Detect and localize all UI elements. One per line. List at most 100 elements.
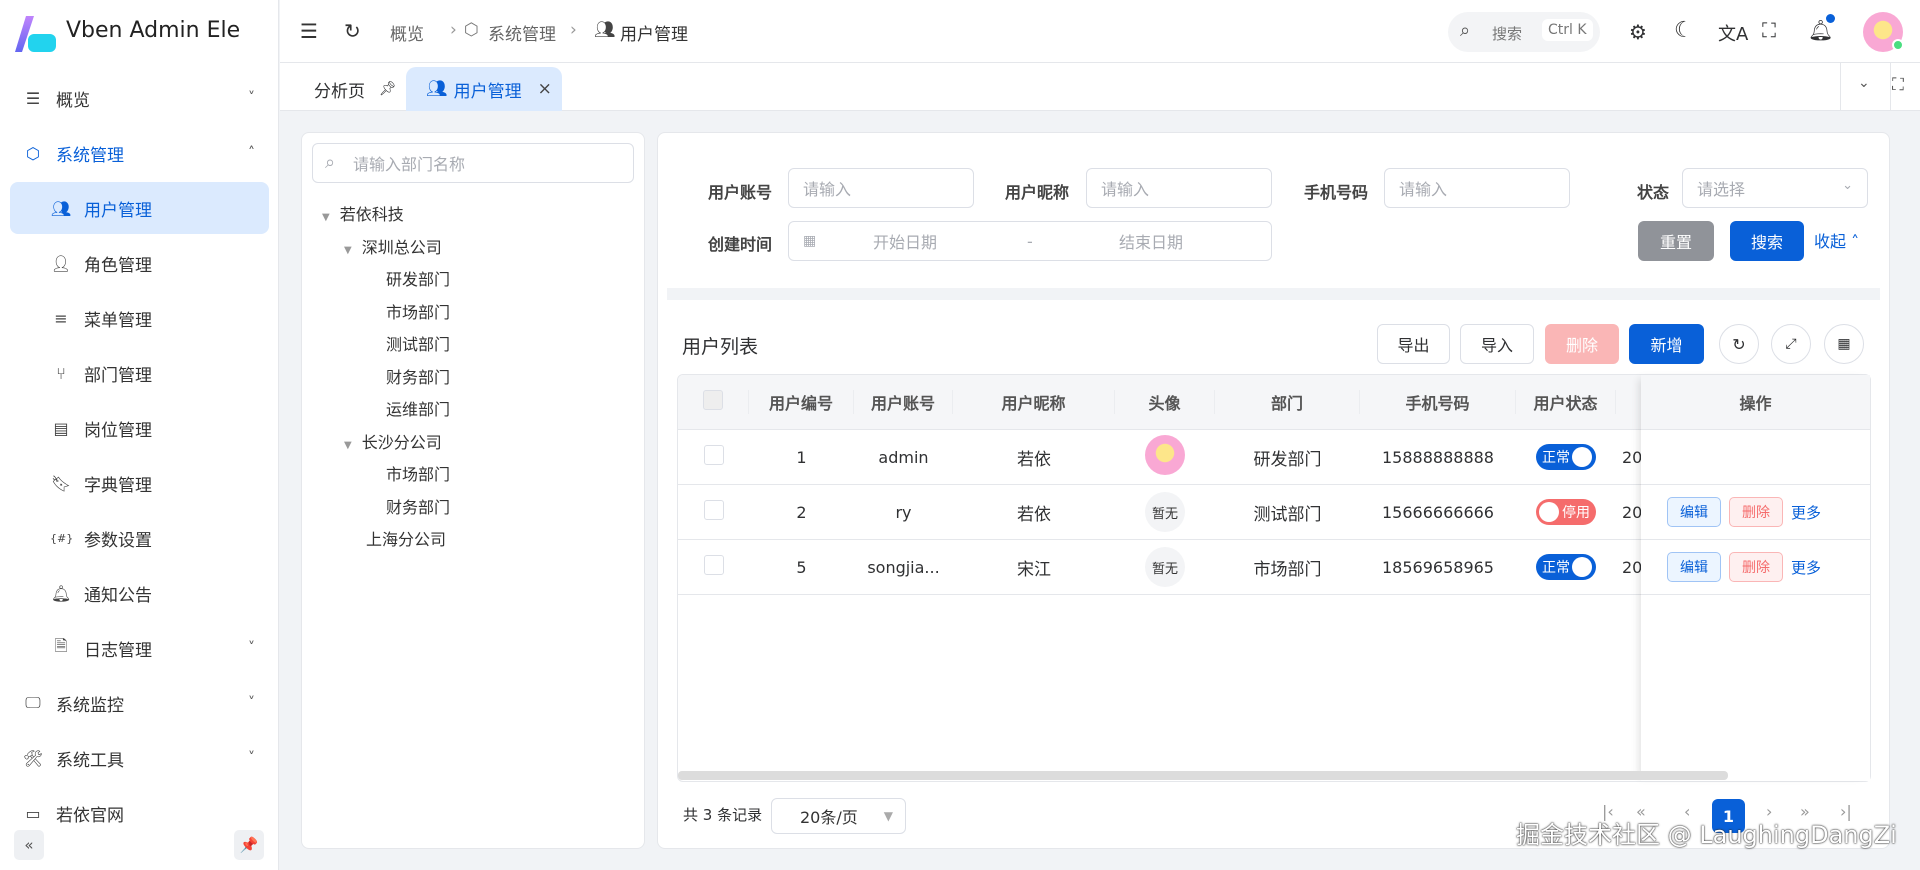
pin-icon[interactable]: 📌︎ xyxy=(379,81,397,97)
edit-button[interactable]: 编辑 xyxy=(1667,552,1721,582)
fullscreen-icon[interactable]: ⛶ xyxy=(1762,18,1776,42)
delete-button[interactable]: 删除 xyxy=(1729,497,1783,527)
sidebar-item-12[interactable]: 🖵 系统监控 ˅ xyxy=(10,677,269,729)
sidebar-item-4[interactable]: 👤︎ 角色管理 xyxy=(10,237,269,289)
user-dept: 研发部门 xyxy=(1253,449,1322,470)
tab-analysis[interactable]: 分析页 📌︎ xyxy=(314,67,397,111)
search-shortcut: Ctrl K xyxy=(1542,19,1593,41)
tab-user-management[interactable]: 👥︎ 用户管理 × xyxy=(406,67,562,111)
sidebar-item-6[interactable]: ⑂ 部门管理 xyxy=(10,347,269,399)
status-switch[interactable]: 正常 xyxy=(1536,444,1596,470)
page-size-select[interactable]: 20条/页 ▼ xyxy=(771,798,906,834)
columns-icon[interactable]: ▦ xyxy=(1824,324,1864,364)
sidebar-item-9[interactable]: {#} 参数设置 xyxy=(10,512,269,564)
sidebar-item-1[interactable]: ☰ 概览 ˅ xyxy=(10,72,269,124)
gear-icon[interactable]: ⚙ xyxy=(1629,20,1647,44)
reset-button[interactable]: 重置 xyxy=(1638,221,1714,261)
column-header[interactable]: 用户编号 xyxy=(749,390,854,414)
sidebar-item-2[interactable]: ⬡ 系统管理 ˄ xyxy=(10,127,269,179)
collapse-sidebar-button[interactable]: « xyxy=(14,830,44,860)
sidebar-item-8[interactable]: 🔖︎ 字典管理 xyxy=(10,457,269,509)
export-button[interactable]: 导出 xyxy=(1377,324,1450,364)
moon-icon[interactable]: ☾ xyxy=(1674,18,1694,43)
row-checkbox[interactable] xyxy=(703,445,724,465)
tree-node[interactable]: 测试部门 xyxy=(366,331,450,355)
phone-input[interactable]: 请输入 xyxy=(1384,168,1570,208)
tree-node[interactable]: 市场部门 xyxy=(366,461,450,485)
breadcrumb-item[interactable]: 概览 xyxy=(390,20,424,45)
column-header[interactable]: 头像 xyxy=(1115,390,1215,414)
tree-node[interactable]: 运维部门 xyxy=(366,396,450,420)
collapse-label: 收起 xyxy=(1814,232,1847,251)
dept-search-input[interactable]: ⌕ 请输入部门名称 xyxy=(312,143,634,183)
add-user-button[interactable]: 新增 xyxy=(1629,324,1704,364)
select-all-checkbox[interactable] xyxy=(703,390,723,410)
chevron-down-icon[interactable]: ⌄ xyxy=(1858,75,1870,91)
caret-down-icon[interactable]: ▼ xyxy=(322,212,330,223)
tree-node[interactable]: 财务部门 xyxy=(366,364,450,388)
sidebar-item-label: 部门管理 xyxy=(84,365,152,386)
status-switch[interactable]: 停用 xyxy=(1536,498,1596,525)
system-icon: ⬡ xyxy=(464,20,479,40)
expand-icon[interactable]: ⤢ xyxy=(1771,324,1811,364)
column-header[interactable]: 用户状态 xyxy=(1516,390,1616,414)
import-button[interactable]: 导入 xyxy=(1460,324,1534,364)
date-range-input[interactable]: ▦ 开始日期 - 结束日期 xyxy=(788,221,1272,261)
tree-node[interactable]: 市场部门 xyxy=(366,299,450,323)
tree-node[interactable]: 上海分公司 xyxy=(344,526,446,550)
tree-node[interactable]: ▼ 深圳总公司 xyxy=(344,234,442,258)
column-header[interactable]: 用户昵称 xyxy=(953,390,1115,414)
delete-button[interactable]: 删除 xyxy=(1729,552,1783,582)
sidebar-item-13[interactable]: 🛠︎ 系统工具 ˅ xyxy=(10,732,269,784)
sidebar-item-5[interactable]: ≡ 菜单管理 xyxy=(10,292,269,344)
sidebar-item-7[interactable]: ▤ 岗位管理 xyxy=(10,402,269,454)
status-select[interactable]: 请选择 ⌄ xyxy=(1682,168,1868,208)
user-nickname: 宋江 xyxy=(1017,559,1051,580)
maximize-icon[interactable]: ⛶ xyxy=(1892,75,1904,95)
more-link[interactable]: 更多 xyxy=(1791,557,1821,578)
caret-down-icon[interactable]: ▼ xyxy=(344,245,352,256)
search-button[interactable]: ⌕ 搜索 Ctrl K xyxy=(1448,12,1600,52)
dept-tree-panel: ⌕ 请输入部门名称 ▼ 若依科技 ▼ 深圳总公司 研发部门 市场部门 测试部门 财务部门 运维部门… xyxy=(301,132,645,849)
collapse-form-link[interactable]: 收起 ˄ xyxy=(1814,228,1859,252)
sidebar-item-10[interactable]: 🔔︎ 通知公告 xyxy=(10,567,269,619)
refresh-icon[interactable]: ↻ xyxy=(1719,324,1759,364)
pin-icon[interactable]: 📌 xyxy=(234,830,264,860)
menu-icon: ☰ xyxy=(25,88,41,108)
sidebar-item-11[interactable]: 🗎 日志管理 ˅ xyxy=(10,622,269,674)
user-nickname: 若依 xyxy=(1017,449,1051,470)
column-header[interactable]: 用户账号 xyxy=(854,390,953,414)
sidebar-item-3[interactable]: 👥︎ 用户管理 xyxy=(10,182,269,234)
sidebar-item-label: 岗位管理 xyxy=(84,420,152,441)
search-submit-button[interactable]: 搜索 xyxy=(1730,221,1804,261)
row-checkbox[interactable] xyxy=(703,500,724,520)
tree-node[interactable]: ▼ 若依科技 xyxy=(322,201,404,225)
breadcrumb-item[interactable]: 系统管理 xyxy=(488,20,556,45)
column-header[interactable]: 部门 xyxy=(1215,390,1360,414)
row-checkbox[interactable] xyxy=(703,555,724,575)
monitor-icon: 🖵 xyxy=(25,693,41,712)
horizontal-scrollbar[interactable] xyxy=(678,771,1728,780)
menu-toggle-icon[interactable]: ☰ xyxy=(300,19,318,43)
translate-icon[interactable]: 文A xyxy=(1718,20,1748,46)
column-header[interactable]: 手机号码 xyxy=(1360,390,1516,414)
tree-node[interactable]: 研发部门 xyxy=(366,266,450,290)
batch-delete-button[interactable]: 删除 xyxy=(1545,324,1619,364)
status-switch[interactable]: 正常 xyxy=(1536,554,1596,580)
caret-down-icon[interactable]: ▼ xyxy=(344,440,352,451)
account-input[interactable]: 请输入 xyxy=(788,168,974,208)
more-link[interactable]: 更多 xyxy=(1791,502,1821,523)
tree-node-label: 财务部门 xyxy=(386,497,451,517)
avatar-placeholder: 暂无 xyxy=(1145,547,1185,587)
edit-button[interactable]: 编辑 xyxy=(1667,497,1721,527)
close-icon[interactable]: × xyxy=(538,79,552,99)
tree-node[interactable]: ▼ 长沙分公司 xyxy=(344,429,442,453)
placeholder: 请输入 xyxy=(803,180,852,199)
refresh-icon[interactable]: ↻ xyxy=(344,19,361,43)
placeholder: 请输入 xyxy=(1399,180,1448,199)
sidebar-item-14[interactable]: ▭ 若依官网 xyxy=(10,787,269,839)
tree-node[interactable]: 财务部门 xyxy=(366,494,450,518)
nickname-input[interactable]: 请输入 xyxy=(1086,168,1272,208)
notification-dot xyxy=(1826,14,1835,23)
search-icon: ⌕ xyxy=(1460,20,1471,41)
